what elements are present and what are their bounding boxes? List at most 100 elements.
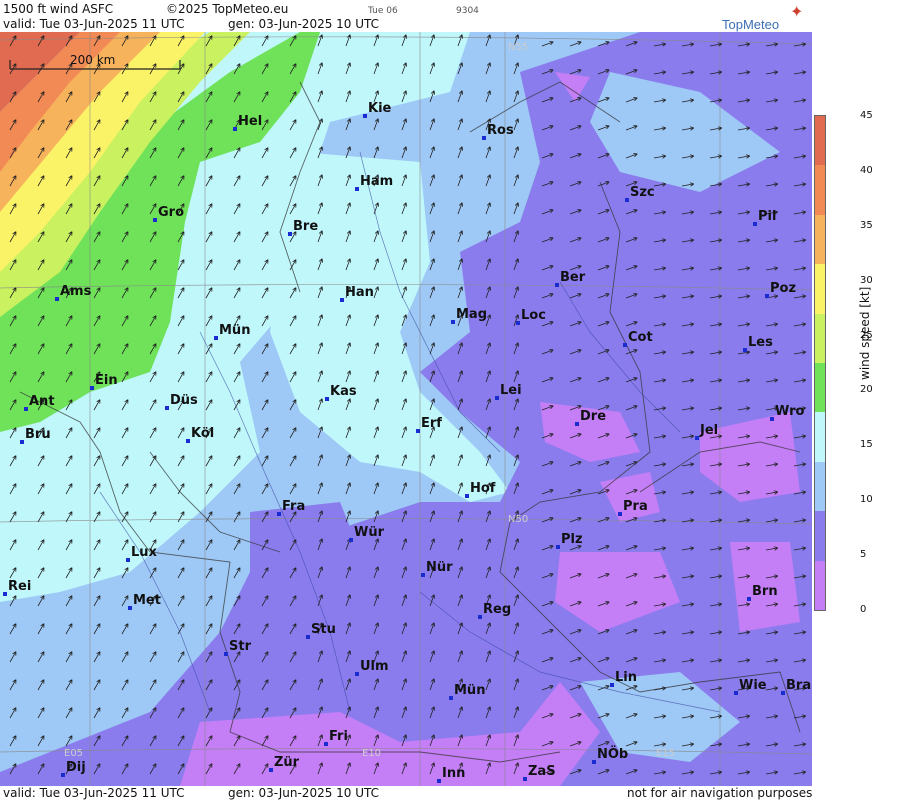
city-51[interactable]: ZaS	[523, 764, 556, 781]
city-11[interactable]: Poz	[765, 281, 796, 298]
legend-tick: 30	[860, 274, 873, 286]
city-marker-icon	[592, 760, 596, 764]
city-label: Lei	[500, 383, 522, 398]
city-22[interactable]: Wro	[770, 404, 805, 421]
city-marker-icon	[610, 683, 614, 687]
city-4[interactable]: Szc	[625, 185, 655, 202]
city-38[interactable]: Reg	[478, 602, 511, 619]
city-marker-icon	[349, 538, 353, 542]
city-label: Dre	[580, 409, 606, 424]
city-43[interactable]: Wie	[734, 678, 767, 695]
city-16[interactable]: Les	[743, 335, 773, 352]
city-marker-icon	[781, 691, 785, 695]
compass-star-icon: ✦	[790, 2, 804, 21]
city-10[interactable]: Han	[340, 285, 374, 302]
topmeteo-logo[interactable]: TopMeteo ✦	[722, 2, 808, 33]
city-23[interactable]: Dre	[575, 409, 606, 426]
product-code: 9304	[456, 6, 479, 16]
city-label: Lux	[131, 545, 158, 560]
legend-color-5	[815, 363, 825, 413]
city-marker-icon	[165, 406, 169, 410]
city-31[interactable]: Wür	[349, 525, 385, 542]
city-label: Wie	[739, 678, 767, 693]
grid-label-n50: N50	[508, 514, 528, 525]
legend-tick: 10	[860, 494, 873, 506]
city-0[interactable]: Hel	[233, 114, 262, 131]
city-35[interactable]: Rei	[3, 579, 31, 596]
city-41[interactable]: Ulm	[355, 659, 389, 676]
legend-color-0	[815, 116, 825, 166]
city-28[interactable]: Hof	[465, 481, 496, 498]
city-marker-icon	[451, 320, 455, 324]
city-29[interactable]: Fra	[277, 499, 305, 516]
city-marker-icon	[743, 348, 747, 352]
city-21[interactable]: Düs	[165, 393, 198, 410]
city-34[interactable]: Nür	[421, 560, 453, 577]
city-label: Kas	[330, 384, 357, 399]
city-marker-icon	[556, 545, 560, 549]
city-label: Ber	[560, 270, 586, 285]
city-26[interactable]: Köl	[186, 426, 214, 443]
city-1[interactable]: Kie	[363, 101, 392, 118]
city-37[interactable]: Brn	[747, 584, 778, 601]
city-13[interactable]: Loc	[516, 308, 546, 325]
city-marker-icon	[355, 672, 359, 676]
city-label: Hof	[470, 481, 496, 496]
city-marker-icon	[340, 298, 344, 302]
city-20[interactable]: Ant	[24, 394, 55, 411]
city-2[interactable]: Ros	[482, 123, 514, 140]
city-44[interactable]: Bra	[781, 678, 811, 695]
wind-map[interactable]: 200 km N55 N50 E05 E10 E15 Hel Kie Ros Ham S…	[0, 32, 812, 786]
city-marker-icon	[153, 218, 157, 222]
city-label: Plz	[561, 532, 583, 547]
city-marker-icon	[465, 494, 469, 498]
legend-color-1	[815, 165, 825, 216]
city-5[interactable]: Gro	[153, 205, 184, 222]
city-marker-icon	[269, 768, 273, 772]
generated-time: gen: 03-Jun-2025 10 UTC	[228, 17, 380, 31]
city-17[interactable]: Ein	[90, 373, 118, 390]
city-label: Bra	[786, 678, 811, 693]
city-marker-icon	[55, 297, 59, 301]
city-47[interactable]: NÖb	[592, 746, 628, 764]
city-6[interactable]: Bre	[288, 219, 318, 236]
city-42[interactable]: Lin	[610, 670, 637, 687]
city-9[interactable]: Ams	[55, 284, 92, 301]
legend-color-bar	[814, 115, 826, 611]
city-marker-icon	[747, 597, 751, 601]
city-marker-icon	[20, 440, 24, 444]
city-marker-icon	[495, 396, 499, 400]
copyright: ©2025 TopMeteo.eu	[166, 2, 289, 16]
city-30[interactable]: Pra	[618, 499, 648, 516]
city-36[interactable]: Met	[128, 593, 161, 610]
city-45[interactable]: Mün	[449, 683, 485, 700]
city-15[interactable]: Cot	[623, 330, 653, 347]
city-49[interactable]: Zür	[269, 755, 300, 772]
city-marker-icon	[770, 417, 774, 421]
legend-tick: 35	[860, 219, 873, 231]
city-14[interactable]: Mün	[214, 323, 250, 340]
city-3[interactable]: Ham	[355, 174, 393, 191]
city-marker-icon	[233, 127, 237, 131]
city-40[interactable]: Str	[224, 639, 252, 656]
city-8[interactable]: Ber	[555, 270, 586, 287]
city-label: Erf	[421, 416, 442, 431]
legend-panel: 45 40 35 30 25 20 15 10 5 0	[812, 0, 904, 801]
city-marker-icon	[437, 779, 441, 783]
city-18[interactable]: Kas	[325, 384, 357, 401]
city-25[interactable]: Bru	[20, 427, 51, 444]
city-32[interactable]: Lux	[126, 545, 158, 562]
city-label: Reg	[483, 602, 511, 617]
city-marker-icon	[306, 635, 310, 639]
city-label: Gro	[158, 205, 184, 220]
city-label: Hel	[238, 114, 262, 129]
city-marker-icon	[753, 222, 757, 226]
legend-color-7	[815, 461, 825, 512]
city-marker-icon	[765, 294, 769, 298]
city-label: NÖb	[597, 746, 628, 762]
city-12[interactable]: Mag	[451, 307, 487, 324]
city-50[interactable]: Inn	[437, 766, 465, 783]
city-39[interactable]: Stu	[306, 622, 336, 639]
legend-title: wind speed [kt]	[858, 286, 872, 380]
legend-tick: 20	[860, 384, 873, 396]
